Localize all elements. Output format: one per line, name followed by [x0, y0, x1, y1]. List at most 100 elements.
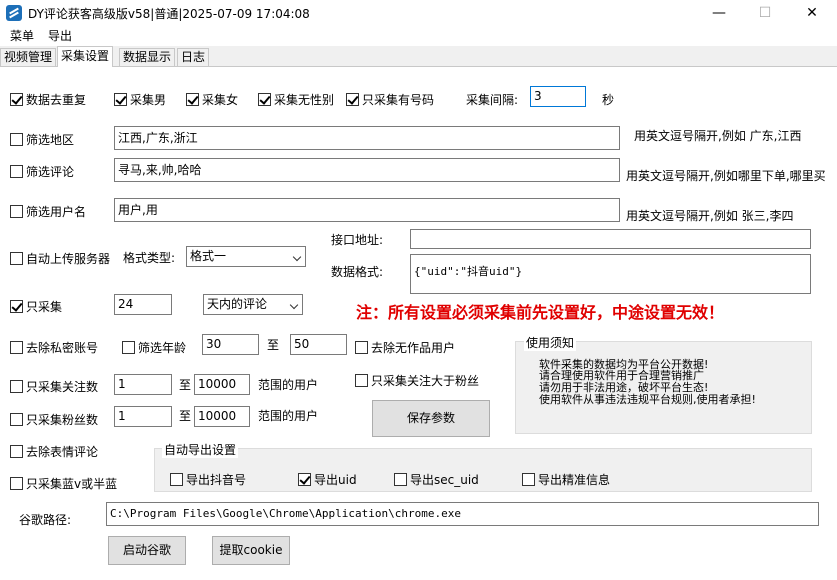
data-format-input[interactable]: {"uid":"抖音uid"} [410, 254, 811, 294]
export-sec-uid-checkbox[interactable]: 导出sec_uid [394, 471, 479, 488]
collect-male-label: 采集男 [130, 93, 167, 107]
follow-count-label: 只采集关注数 [26, 380, 99, 394]
follow-count-checkbox[interactable]: 只采集关注数 [10, 378, 98, 395]
checkbox-box [10, 300, 23, 313]
checkbox-box [10, 380, 23, 393]
checkbox-box [10, 445, 23, 458]
remove-emoji-checkbox[interactable]: 去除表情评论 [10, 443, 98, 460]
blue-v-checkbox[interactable]: 只采集蓝v或半蓝 [10, 475, 117, 492]
comment-filter-checkbox[interactable]: 筛选评论 [10, 163, 74, 180]
age-to-label: 至 [267, 338, 280, 352]
only-collect-checkbox[interactable]: 只采集 [10, 298, 62, 315]
region-input[interactable]: 江西,广东,浙江 [114, 126, 620, 150]
fans-count-checkbox[interactable]: 只采集粉丝数 [10, 411, 98, 428]
checkbox-box [10, 93, 23, 106]
interval-input[interactable]: 3 [530, 86, 586, 107]
follow-gt-fans-checkbox[interactable]: 只采集关注大于粉丝 [355, 372, 479, 389]
auto-upload-label: 自动上传服务器 [26, 252, 111, 266]
maximize-button[interactable]: ☐ [742, 0, 788, 26]
checkbox-box [10, 413, 23, 426]
blue-v-label: 只采集蓝v或半蓝 [26, 477, 118, 491]
region-filter-checkbox[interactable]: 筛选地区 [10, 131, 74, 148]
export-sec-uid-label: 导出sec_uid [410, 473, 479, 487]
tab-collect-settings[interactable]: 采集设置 [57, 46, 114, 67]
region-hint: 用英文逗号隔开,例如 广东,江西 [634, 129, 802, 143]
api-address-input[interactable] [410, 229, 811, 249]
interval-unit: 秒 [602, 93, 615, 107]
only-collect-days-input[interactable]: 24 [114, 294, 172, 315]
tab-log[interactable]: 日志 [177, 48, 210, 66]
menu-export[interactable]: 导出 [48, 27, 72, 44]
chevron-down-icon [289, 300, 299, 310]
username-filter-checkbox[interactable]: 筛选用户名 [10, 203, 86, 220]
checkbox-box [10, 341, 23, 354]
export-precise-checkbox[interactable]: 导出精准信息 [522, 471, 610, 488]
start-chrome-button[interactable]: 启动谷歌 [108, 536, 186, 565]
fans-suffix: 范围的用户 [258, 409, 319, 423]
collect-female-checkbox[interactable]: 采集女 [186, 91, 238, 108]
only-collect-label: 只采集 [26, 300, 63, 314]
export-douyin-id-label: 导出抖音号 [186, 473, 247, 487]
remove-no-works-label: 去除无作品用户 [371, 341, 456, 355]
checkbox-box [346, 93, 359, 106]
save-params-button[interactable]: 保存参数 [372, 400, 490, 437]
checkbox-box [10, 133, 23, 146]
comment-hint: 用英文逗号隔开,例如哪里下单,哪里买 [626, 169, 826, 183]
dedup-checkbox[interactable]: 数据去重复 [10, 91, 86, 108]
checkbox-box [170, 473, 183, 486]
checkbox-box [10, 477, 23, 490]
usage-line: 使用软件从事违法违规平台规则,使用者承担! [539, 393, 756, 406]
minimize-button[interactable]: — [696, 0, 742, 26]
checkbox-box [298, 473, 311, 486]
usage-line: 请勿用于非法用途，破坏平台生态! [539, 381, 709, 394]
follow-to-label: 至 [179, 378, 192, 392]
age-to-input[interactable]: 50 [290, 334, 347, 355]
follow-from-input[interactable]: 1 [114, 374, 172, 395]
auto-export-title: 自动导出设置 [162, 441, 239, 458]
age-filter-label: 筛选年龄 [138, 341, 187, 355]
checkbox-box [355, 341, 368, 354]
menu-main[interactable]: 菜单 [10, 27, 34, 44]
remove-private-checkbox[interactable]: 去除私密账号 [10, 339, 98, 356]
chevron-down-icon [292, 252, 302, 262]
checkbox-box [522, 473, 535, 486]
export-precise-label: 导出精准信息 [538, 473, 611, 487]
only-collect-unit-select[interactable]: 天内的评论 [203, 294, 303, 315]
follow-to-input[interactable]: 10000 [194, 374, 250, 395]
remove-emoji-label: 去除表情评论 [26, 445, 99, 459]
export-uid-checkbox[interactable]: 导出uid [298, 471, 357, 488]
checkbox-box [10, 252, 23, 265]
auto-upload-checkbox[interactable]: 自动上传服务器 [10, 250, 110, 267]
get-cookie-button[interactable]: 提取cookie [212, 536, 290, 565]
close-button[interactable]: ✕ [789, 0, 835, 26]
age-filter-checkbox[interactable]: 筛选年龄 [122, 339, 186, 356]
tab-video-manage[interactable]: 视频管理 [0, 48, 57, 66]
fans-to-label: 至 [179, 409, 192, 423]
age-from-input[interactable]: 30 [202, 334, 259, 355]
comment-input[interactable]: 寻马,来,帅,哈哈 [114, 158, 620, 182]
export-douyin-id-checkbox[interactable]: 导出抖音号 [170, 471, 246, 488]
collect-male-checkbox[interactable]: 采集男 [114, 91, 166, 108]
follow-suffix: 范围的用户 [258, 378, 319, 392]
checkbox-box [355, 374, 368, 387]
username-input[interactable]: 用户,用 [114, 198, 620, 222]
tab-data-display[interactable]: 数据显示 [119, 48, 176, 66]
checkbox-box [122, 341, 135, 354]
collect-female-label: 采集女 [202, 93, 239, 107]
remove-no-works-checkbox[interactable]: 去除无作品用户 [355, 339, 455, 356]
collect-hasid-checkbox[interactable]: 只采集有号码 [346, 91, 434, 108]
format-type-select[interactable]: 格式一 [186, 246, 306, 267]
checkbox-box [258, 93, 271, 106]
collect-nogender-checkbox[interactable]: 采集无性别 [258, 91, 334, 108]
region-filter-label: 筛选地区 [26, 133, 75, 147]
usage-line: 请合理使用软件用于合理营销推广 [539, 369, 704, 382]
settings-notice: 注：所有设置必须采集前先设置好，中途设置无效！ [356, 303, 725, 322]
chrome-path-input[interactable]: C:\Program Files\Google\Chrome\Applicati… [106, 502, 819, 526]
checkbox-box [10, 205, 23, 218]
checkbox-box [394, 473, 407, 486]
fans-from-input[interactable]: 1 [114, 406, 172, 427]
fans-to-input[interactable]: 10000 [194, 406, 250, 427]
data-format-label: 数据格式: [331, 265, 384, 279]
username-hint: 用英文逗号隔开,例如 张三,李四 [626, 209, 794, 223]
format-type-label: 格式类型: [123, 251, 176, 265]
